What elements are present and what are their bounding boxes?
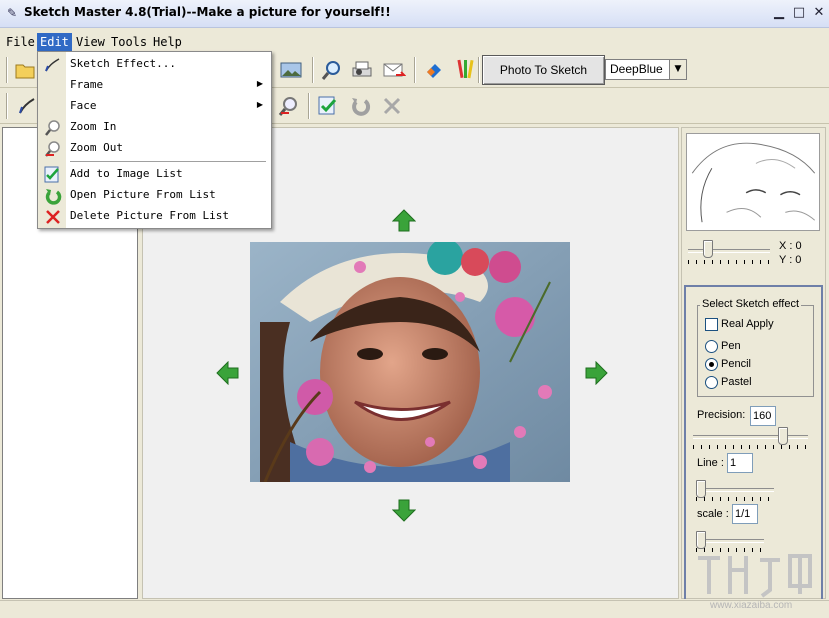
pen-radio[interactable] <box>705 340 718 353</box>
menu-item-zoom-out[interactable]: Zoom Out <box>38 138 271 159</box>
menu-help[interactable]: Help <box>150 33 185 51</box>
undo-icon[interactable] <box>346 92 374 120</box>
maximize-icon[interactable]: □ <box>790 5 808 21</box>
menu-separator <box>70 161 266 162</box>
photo-to-sketch-button[interactable]: Photo To Sketch <box>482 55 605 85</box>
arrow-up-icon[interactable] <box>392 209 416 233</box>
scale-input[interactable]: 1/1 <box>732 504 758 524</box>
menu-item-label: Zoom In <box>70 120 117 133</box>
preview-slider-ticks <box>688 260 770 264</box>
line-slider-track <box>696 488 774 492</box>
pen-label: Pen <box>721 340 741 352</box>
watermark-logo <box>698 554 812 598</box>
close-icon[interactable]: ✕ <box>810 5 828 21</box>
menu-item-label: Zoom Out <box>70 141 123 154</box>
menu-file[interactable]: File <box>3 33 38 51</box>
edit-menu-dropdown: Sketch Effect... Frame ▶ Face ▶ Zoom In … <box>37 51 272 229</box>
menu-tools[interactable]: Tools <box>108 33 150 51</box>
line-slider-thumb[interactable] <box>696 480 706 498</box>
status-bar <box>0 600 829 618</box>
menu-item-label: Sketch Effect... <box>70 57 176 70</box>
line-label: Line : <box>697 457 724 469</box>
menu-item-face[interactable]: Face ▶ <box>38 96 271 117</box>
pencil-radio[interactable] <box>705 358 718 371</box>
real-apply-checkbox[interactable] <box>705 318 718 331</box>
arrow-down-icon[interactable] <box>392 498 416 522</box>
line-slider-ticks <box>696 497 774 501</box>
menu-edit[interactable]: Edit <box>37 33 72 51</box>
precision-slider-track <box>693 435 808 439</box>
color-scheme-value: DeepBlue <box>610 62 663 76</box>
real-apply-label: Real Apply <box>721 318 774 330</box>
submenu-arrow-icon: ▶ <box>256 100 263 109</box>
pastel-radio[interactable] <box>705 376 718 389</box>
scale-slider-track <box>696 539 764 543</box>
app-icon: ✎ <box>6 6 18 20</box>
sketch-preview[interactable] <box>686 133 820 231</box>
menu-item-label: Face <box>70 99 97 112</box>
menu-item-label: Frame <box>70 78 104 91</box>
menu-bar: File Edit View Tools Help <box>0 33 829 51</box>
precision-label: Precision: <box>697 409 746 421</box>
line-input[interactable]: 1 <box>727 453 753 473</box>
zoom-in-icon <box>45 120 60 136</box>
delete-icon[interactable] <box>378 92 406 120</box>
arrow-right-icon[interactable] <box>584 361 608 385</box>
minimize-icon[interactable]: ▁ <box>770 5 788 21</box>
add-image-icon[interactable] <box>314 92 342 120</box>
x-coordinate: X : 0 <box>779 240 802 252</box>
zoom-out-icon <box>45 141 60 157</box>
menu-item-label: Delete Picture From List <box>70 209 229 222</box>
precision-slider-thumb[interactable] <box>778 427 788 445</box>
menu-item-open-picture[interactable]: Open Picture From List <box>38 185 271 206</box>
menu-item-label: Open Picture From List <box>70 188 216 201</box>
window-title: Sketch Master 4.8(Trial)--Make a picture… <box>24 5 391 19</box>
scale-label: scale : <box>697 508 729 520</box>
delete-picture-icon <box>46 210 60 224</box>
menu-item-frame[interactable]: Frame ▶ <box>38 75 271 96</box>
precision-input[interactable]: 160 <box>750 406 776 426</box>
menu-item-add-to-image-list[interactable]: Add to Image List <box>38 164 271 185</box>
palette-icon[interactable] <box>452 56 480 84</box>
zoom-out-icon[interactable] <box>275 92 303 120</box>
pastel-label: Pastel <box>721 376 752 388</box>
preview-slider-track <box>688 249 770 253</box>
open-icon[interactable] <box>12 56 40 84</box>
zoom-icon[interactable] <box>318 56 346 84</box>
menu-view[interactable]: View <box>73 33 108 51</box>
photo-canvas[interactable] <box>250 242 570 482</box>
submenu-arrow-icon: ▶ <box>256 79 263 88</box>
menu-item-delete-picture[interactable]: Delete Picture From List <box>38 206 271 227</box>
add-image-icon <box>44 166 59 183</box>
eraser-icon[interactable] <box>420 56 448 84</box>
scale-slider-thumb[interactable] <box>696 531 706 549</box>
picture-icon[interactable] <box>277 56 305 84</box>
title-bar: ✎ Sketch Master 4.8(Trial)--Make a pictu… <box>0 0 829 28</box>
y-coordinate: Y : 0 <box>779 254 802 266</box>
precision-slider-ticks <box>693 445 808 449</box>
open-picture-icon <box>45 189 62 205</box>
email-icon[interactable] <box>380 56 408 84</box>
chevron-down-icon[interactable]: ▼ <box>669 60 686 79</box>
arrow-left-icon[interactable] <box>216 361 240 385</box>
menu-item-label: Add to Image List <box>70 167 183 180</box>
menu-item-zoom-in[interactable]: Zoom In <box>38 117 271 138</box>
pencil-label: Pencil <box>721 358 751 370</box>
sketch-effect-title: Select Sketch effect <box>700 298 802 310</box>
color-scheme-select[interactable]: DeepBlue ▼ <box>605 59 687 80</box>
printer-icon[interactable] <box>348 56 376 84</box>
preview-slider-thumb[interactable] <box>703 240 713 258</box>
sketch-effect-icon <box>45 58 60 72</box>
menu-item-sketch-effect[interactable]: Sketch Effect... <box>38 54 271 75</box>
